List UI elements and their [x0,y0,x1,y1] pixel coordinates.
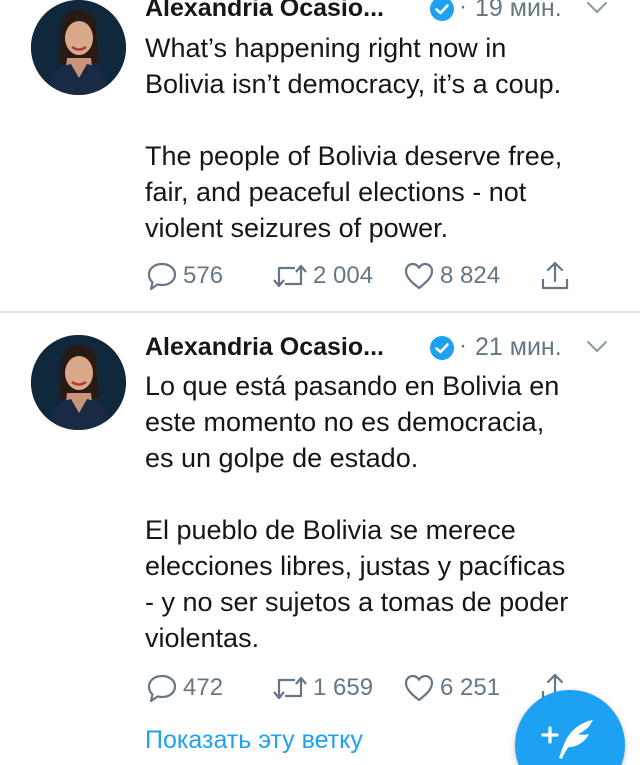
tweet-line: elecciones libres, justas y pacíficas [145,551,566,581]
tweet-line: este momento no es democracia, [145,407,545,437]
tweet-line: Bolivia isn’t democracy, it’s a coup. [145,69,562,99]
tweet-line: What’s happening right now in [145,33,507,63]
share-button[interactable] [538,258,572,294]
retweet-button[interactable]: 2 004 [271,258,373,294]
tweet-line: violent seizures of power. [145,213,449,243]
heart-icon [404,674,434,702]
like-count: 8 824 [440,262,501,289]
tweet-line: Lo que está pasando en Bolivia en [145,371,560,401]
tweet-line: violentas. [145,623,260,653]
tweet-line: The people of Bolivia deserve free, [145,141,563,171]
reply-button[interactable]: 472 [145,670,223,706]
like-count: 6 251 [440,674,501,701]
verified-badge-icon [430,0,454,21]
like-button[interactable]: 6 251 [402,670,500,706]
share-icon [541,261,569,290]
tweet-text: What’s happening right now in Bolivia is… [145,30,635,246]
author-name[interactable]: Alexandria Ocasio... [145,333,384,362]
retweet-count: 2 004 [313,262,374,289]
avatar[interactable] [31,0,126,95]
tweet-text: Lo que está pasando en Bolivia en este m… [145,368,635,656]
separator-dot: · [459,332,467,359]
show-thread-link[interactable]: Показать эту ветку [145,726,363,755]
chevron-down-icon[interactable] [585,339,609,355]
tweet-line: - y no ser sujetos a tomas de poder [145,587,569,617]
retweet-count: 1 659 [313,674,374,701]
compose-tweet-icon [541,720,593,759]
author-name[interactable]: Alexandria Ocasio... [145,0,384,23]
chevron-down-icon[interactable] [585,0,609,16]
tweet-header: Alexandria Ocasio... · 19 мин. [145,0,640,28]
tweet-header: Alexandria Ocasio... · 21 мин. [145,332,640,367]
reply-icon [147,262,177,291]
verified-badge-icon [430,336,454,360]
tweet-time[interactable]: 21 мин. [475,333,562,362]
reply-count: 576 [183,262,224,289]
heart-icon [404,262,434,290]
like-button[interactable]: 8 824 [402,258,500,294]
reply-button[interactable]: 576 [145,258,223,294]
tweet[interactable]: Alexandria Ocasio... · 19 мин. What’s ha… [0,0,640,311]
tweet-line: fair, and peaceful elections - not [145,177,527,207]
retweet-icon [273,676,307,700]
reply-count: 472 [183,674,224,701]
tweet-line: es un golpe de estado. [145,443,419,473]
tweet-actions: 576 2 004 8 824 [145,258,625,294]
timeline: Alexandria Ocasio... · 19 мин. What’s ha… [0,0,640,765]
reply-icon [147,674,177,703]
tweet-time[interactable]: 19 мин. [475,0,562,23]
separator-dot: · [459,0,467,20]
tweet-line: El pueblo de Bolivia se merece [145,515,516,545]
retweet-button[interactable]: 1 659 [271,670,373,706]
retweet-icon [273,264,307,288]
avatar[interactable] [31,335,126,430]
